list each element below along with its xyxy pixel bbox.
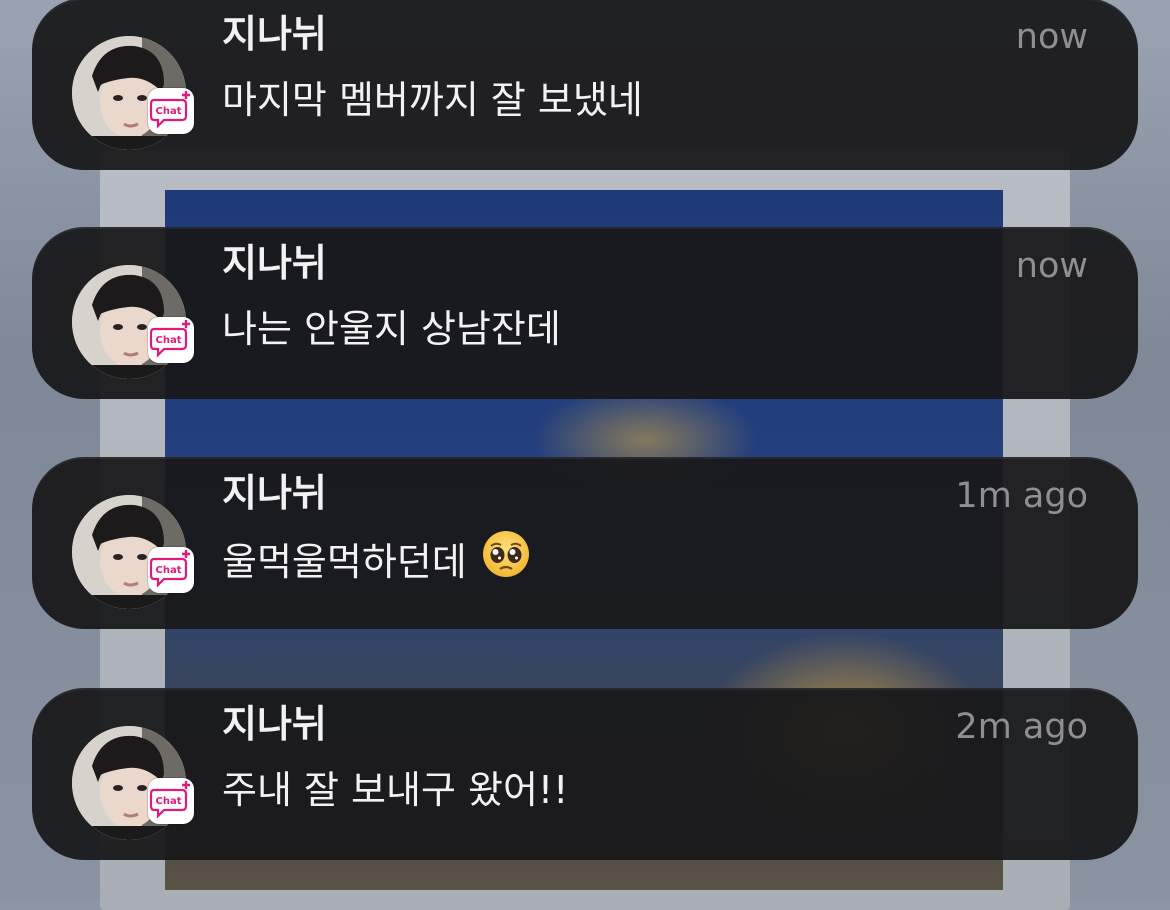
notification-time: now bbox=[1015, 17, 1088, 57]
notification-card[interactable]: Chat 지나뉘 now 나는 안울지 상남잔데 bbox=[32, 227, 1138, 399]
svg-text:Chat: Chat bbox=[156, 106, 182, 117]
notification-card[interactable]: Chat 지나뉘 2m ago 주내 잘 보내구 왔어!! bbox=[32, 688, 1138, 860]
chat-plus-icon: Chat bbox=[148, 547, 194, 593]
notification-card[interactable]: Chat 지나뉘 now 마지막 멤버까지 잘 보냈네 bbox=[32, 0, 1138, 170]
svg-text:Chat: Chat bbox=[156, 565, 182, 576]
notification-message: 울먹울먹하던데 bbox=[222, 540, 467, 584]
notification-time: now bbox=[1015, 246, 1088, 286]
notification-sender: 지나뉘 bbox=[222, 12, 327, 56]
notification-time: 2m ago bbox=[955, 707, 1088, 747]
svg-text:Chat: Chat bbox=[156, 796, 182, 807]
notification-message-line: 울먹울먹하던데 bbox=[222, 531, 531, 596]
notification-card[interactable]: Chat 지나뉘 1m ago 울먹울먹하던데 bbox=[32, 457, 1138, 629]
notification-sender: 지나뉘 bbox=[222, 241, 327, 285]
chat-plus-icon: Chat bbox=[148, 778, 194, 824]
svg-text:Chat: Chat bbox=[156, 335, 182, 346]
notification-sender: 지나뉘 bbox=[222, 702, 327, 746]
pleading-face-emoji bbox=[481, 529, 531, 592]
chat-plus-icon: Chat bbox=[148, 317, 194, 363]
chat-plus-icon: Chat bbox=[148, 88, 194, 134]
notification-sender: 지나뉘 bbox=[222, 471, 327, 515]
notification-message: 주내 잘 보내구 왔어!! bbox=[222, 768, 569, 812]
notification-message: 마지막 멤버까지 잘 보냈네 bbox=[222, 78, 643, 122]
notification-time: 1m ago bbox=[955, 476, 1088, 516]
notification-message: 나는 안울지 상남잔데 bbox=[222, 307, 561, 351]
